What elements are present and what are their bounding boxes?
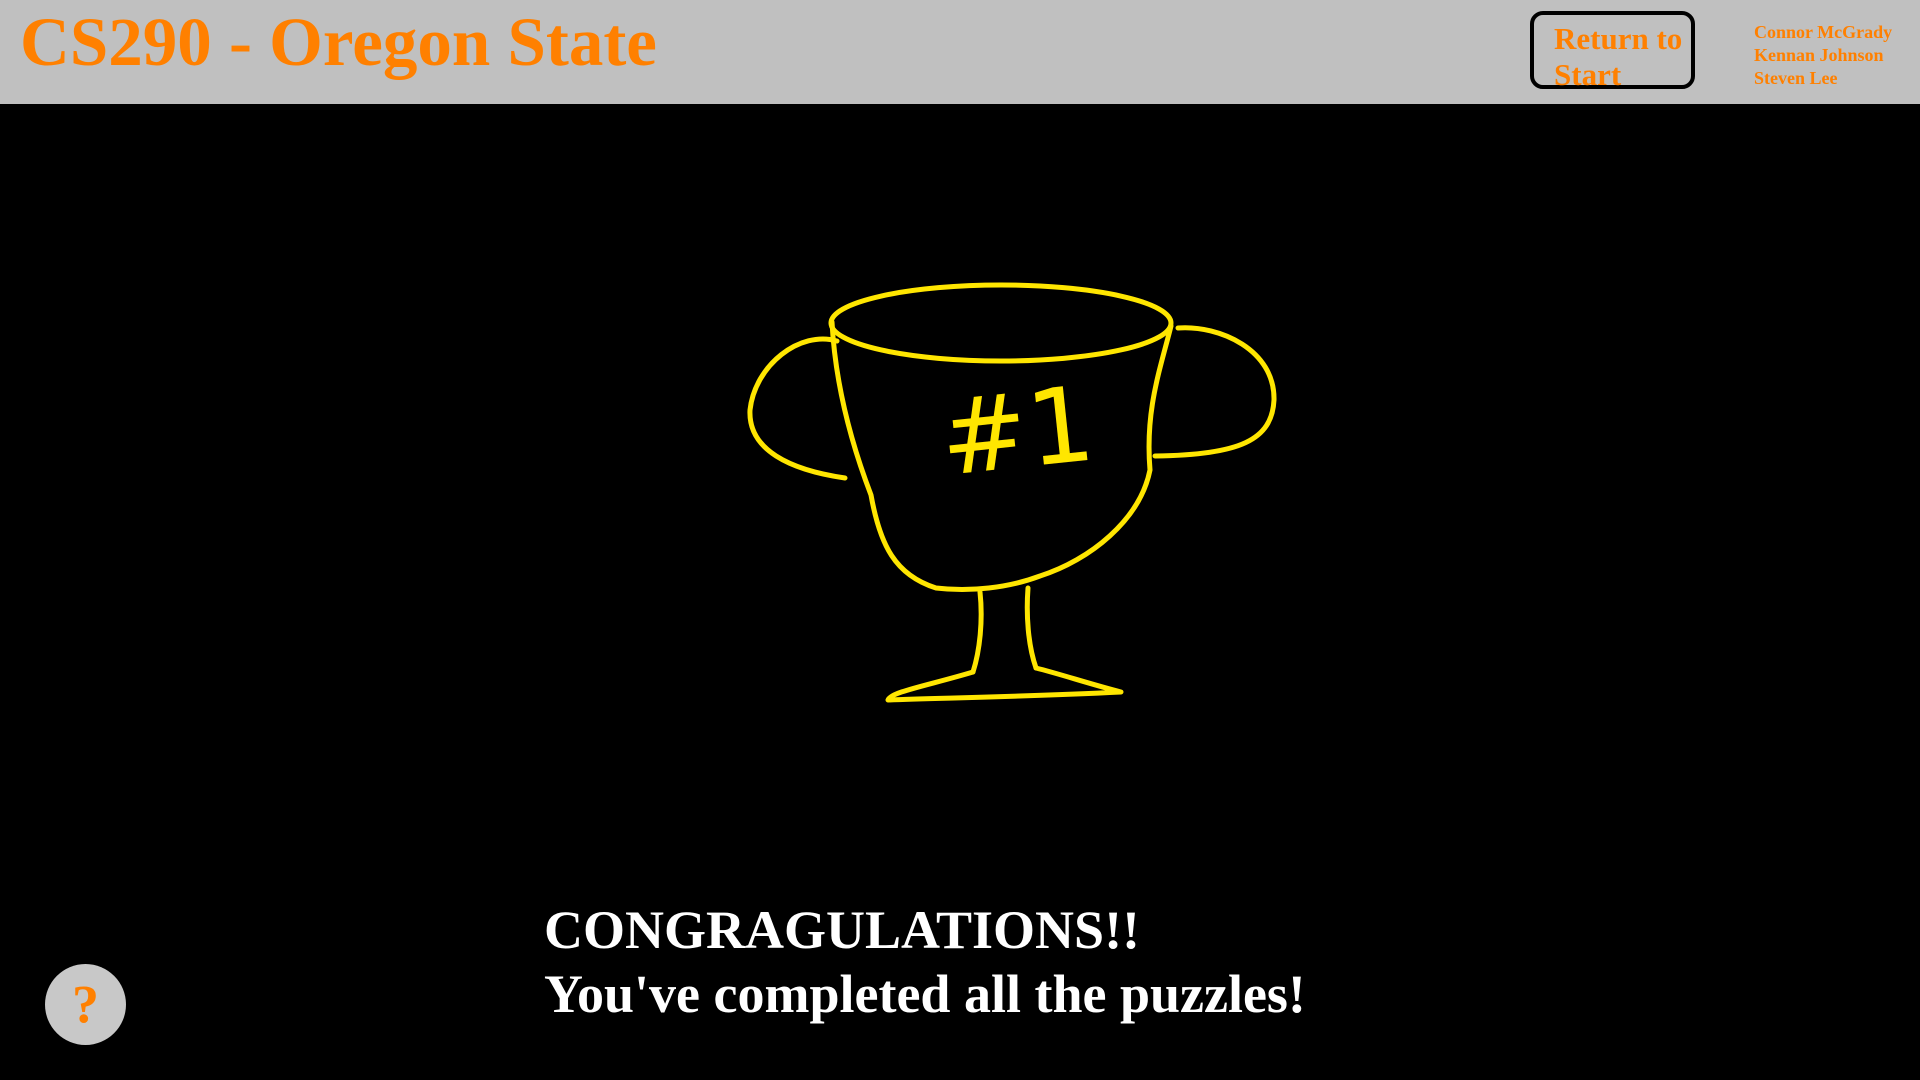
return-button-label-line2: Start (1554, 57, 1622, 92)
author-name: Steven Lee (1754, 68, 1838, 88)
message-headline: CONGRAGULATIONS!! (544, 900, 1141, 960)
help-button[interactable]: ? (45, 964, 126, 1045)
trophy-icon: #1 (747, 282, 1277, 703)
site-title: CS290 - Oregon State (20, 4, 657, 80)
authors-list: Connor McGrady Kennan Johnson Steven Lee (1754, 21, 1892, 90)
author-name: Connor McGrady (1754, 22, 1893, 42)
header-bar: CS290 - Oregon State Return to Start Con… (0, 0, 1920, 104)
return-to-start-button[interactable]: Return to Start (1530, 11, 1695, 92)
message-subline: You've completed all the puzzles! (544, 964, 1306, 1024)
trophy-label: #1 (934, 363, 1099, 500)
return-button-label-line1: Return to (1554, 21, 1683, 56)
author-name: Kennan Johnson (1754, 45, 1884, 65)
congratulations-message: CONGRAGULATIONS!! You've completed all t… (544, 898, 1306, 1026)
